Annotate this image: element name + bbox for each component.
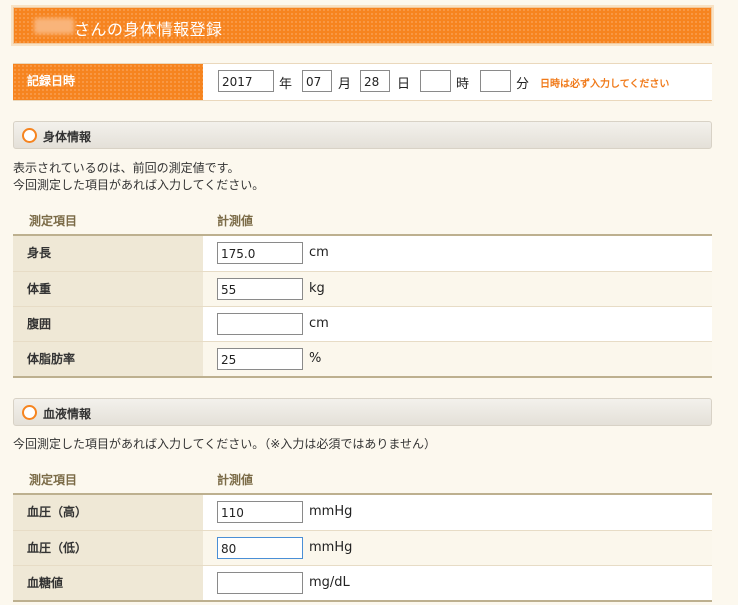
datetime-required-note: 日時は必ず入力してください [540, 79, 670, 90]
table-row-body-fat: 体脂肪率 25 % [13, 342, 712, 377]
blurred-user-name [34, 18, 74, 34]
record-datetime-row: 記録日時 2017 年 07 月 28 日 時 分 日時は必ず入力してください [13, 63, 712, 101]
body-fat-input[interactable]: 25 [217, 348, 303, 370]
row-value-cell: 25 % [203, 342, 712, 377]
waist-input[interactable] [217, 313, 303, 335]
body-col-value: 計測値 [217, 214, 254, 228]
body-section-header: 身体情報 [13, 121, 712, 149]
row-value-cell: cm [203, 307, 712, 342]
body-section-title: 身体情報 [43, 130, 92, 144]
row-value-cell: 80 mmHg [203, 531, 712, 566]
weight-unit: kg [309, 281, 325, 296]
row-label: 体脂肪率 [13, 342, 203, 377]
year-unit: 年 [279, 77, 293, 92]
page-title-bar: さんの身体情報登録 [13, 7, 712, 44]
hour-input[interactable] [420, 70, 451, 92]
row-label: 血糖値 [13, 566, 203, 601]
table-row-bp-low: 血圧（低） 80 mmHg [13, 531, 712, 566]
page-title: さんの身体情報登録 [74, 20, 223, 39]
row-value-cell: 110 mmHg [203, 495, 712, 530]
body-fat-unit: % [309, 351, 322, 366]
weight-input[interactable]: 55 [217, 278, 303, 300]
body-col-item: 測定項目 [29, 214, 78, 228]
day-unit: 日 [397, 77, 411, 92]
row-label: 身長 [13, 236, 203, 271]
blood-col-item: 測定項目 [29, 473, 78, 487]
blood-desc: 今回測定した項目があれば入力してください。（※入力は必須ではありません） [13, 437, 436, 451]
minute-unit: 分 [516, 77, 530, 92]
table-row-waist: 腹囲 cm [13, 307, 712, 342]
blood-sugar-input[interactable] [217, 572, 303, 594]
table-row-bp-high: 血圧（高） 110 mmHg [13, 495, 712, 530]
bp-high-input[interactable]: 110 [217, 501, 303, 523]
row-label: 血圧（高） [13, 495, 203, 530]
bp-low-input[interactable]: 80 [217, 537, 303, 559]
height-input[interactable]: 175.0 [217, 242, 303, 264]
body-desc-2: 今回測定した項目があれば入力してください。 [13, 178, 265, 192]
minute-input[interactable] [480, 70, 511, 92]
month-unit: 月 [338, 77, 352, 92]
row-value-cell: 175.0 cm [203, 236, 712, 271]
row-label: 体重 [13, 272, 203, 307]
blood-sugar-unit: mg/dL [309, 575, 350, 590]
height-unit: cm [309, 245, 329, 260]
row-label: 血圧（低） [13, 531, 203, 566]
row-value-cell: mg/dL [203, 566, 712, 601]
hour-unit: 時 [456, 77, 470, 92]
blood-section-title: 血液情報 [43, 407, 92, 421]
record-datetime-label: 記録日時 [13, 64, 203, 100]
row-label: 腹囲 [13, 307, 203, 342]
blood-section-header: 血液情報 [13, 398, 712, 426]
circle-icon [22, 405, 37, 420]
bp-high-unit: mmHg [309, 504, 353, 519]
day-input[interactable]: 28 [360, 70, 390, 92]
year-input[interactable]: 2017 [218, 70, 274, 92]
blood-col-value: 計測値 [217, 473, 254, 487]
waist-unit: cm [309, 316, 329, 331]
table-bottom-line [13, 376, 712, 378]
circle-icon [22, 128, 37, 143]
bp-low-unit: mmHg [309, 540, 353, 555]
table-bottom-line [13, 600, 712, 602]
table-row-blood-sugar: 血糖値 mg/dL [13, 566, 712, 601]
body-desc-1: 表示されているのは、前回の測定値です。 [13, 161, 240, 175]
table-row-height: 身長 175.0 cm [13, 236, 712, 271]
row-value-cell: 55 kg [203, 272, 712, 307]
table-row-weight: 体重 55 kg [13, 272, 712, 307]
month-input[interactable]: 07 [302, 70, 332, 92]
